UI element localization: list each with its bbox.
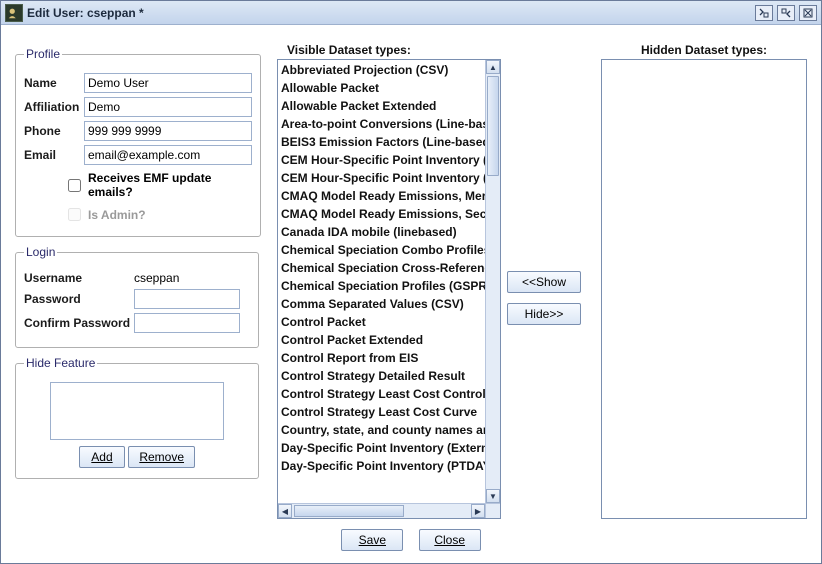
scroll-down-icon[interactable]: ▼ [486, 489, 500, 503]
list-item[interactable]: Control Packet Extended [278, 330, 485, 348]
titlebar: Edit User: cseppan * [1, 1, 821, 25]
maximize-icon[interactable] [777, 5, 795, 21]
scroll-thumb-h[interactable] [294, 505, 404, 517]
password-input[interactable] [134, 289, 240, 309]
close-icon[interactable] [799, 5, 817, 21]
email-label: Email [24, 148, 84, 162]
login-legend: Login [24, 245, 57, 259]
scroll-left-icon[interactable]: ◀ [278, 504, 292, 518]
phone-label: Phone [24, 124, 84, 138]
hide-feature-legend: Hide Feature [24, 356, 97, 370]
visible-list-hscrollbar[interactable]: ◀ ▶ [278, 503, 485, 518]
app-icon [5, 4, 23, 22]
list-item[interactable]: Chemical Speciation Cross-Reference [278, 258, 485, 276]
add-button[interactable]: Add [79, 446, 125, 468]
profile-panel: Profile Name Affiliation Phone Email [15, 47, 261, 237]
scroll-thumb[interactable] [487, 76, 499, 176]
name-input[interactable] [84, 73, 252, 93]
is-admin-checkbox [68, 208, 81, 221]
visible-types-label: Visible Dataset types: [287, 43, 411, 57]
hide-feature-panel: Hide Feature Add Remove [15, 356, 259, 479]
list-item[interactable]: Control Report from EIS [278, 348, 485, 366]
list-item[interactable]: Country, state, and county names and [278, 420, 485, 438]
list-item[interactable]: CMAQ Model Ready Emissions, Sector [278, 204, 485, 222]
hidden-types-list[interactable] [601, 59, 807, 519]
list-item[interactable]: Control Strategy Detailed Result [278, 366, 485, 384]
list-item[interactable]: CEM Hour-Specific Point Inventory ( [278, 150, 485, 168]
scroll-up-icon[interactable]: ▲ [486, 60, 500, 74]
list-item[interactable]: Abbreviated Projection (CSV) [278, 60, 485, 78]
window-title: Edit User: cseppan * [27, 6, 144, 20]
receives-emails-checkbox[interactable] [68, 179, 81, 192]
list-item[interactable]: Comma Separated Values (CSV) [278, 294, 485, 312]
list-item[interactable]: Chemical Speciation Profiles (GSPRO) [278, 276, 485, 294]
hide-feature-textarea[interactable] [50, 382, 224, 440]
list-item[interactable]: Area-to-point Conversions (Line-based) [278, 114, 485, 132]
list-item[interactable]: Day-Specific Point Inventory (External) [278, 438, 485, 456]
receives-emails-label: Receives EMF update emails? [88, 171, 252, 199]
hide-button[interactable]: Hide>> [507, 303, 581, 325]
edit-user-window: Edit User: cseppan * Profile Name Affili… [0, 0, 822, 564]
login-panel: Login Username cseppan Password Confirm … [15, 245, 259, 348]
confirm-password-label: Confirm Password [24, 316, 134, 330]
remove-button[interactable]: Remove [128, 446, 195, 468]
save-button[interactable]: Save [341, 529, 403, 551]
scroll-corner [485, 503, 500, 518]
list-item[interactable]: Control Strategy Least Cost Curve [278, 402, 485, 420]
list-item[interactable]: CEM Hour-Specific Point Inventory ( [278, 168, 485, 186]
list-item[interactable]: BEIS3 Emission Factors (Line-based) [278, 132, 485, 150]
scroll-right-icon[interactable]: ▶ [471, 504, 485, 518]
username-value: cseppan [134, 271, 179, 285]
is-admin-label: Is Admin? [88, 208, 146, 222]
list-item[interactable]: CMAQ Model Ready Emissions, Merged [278, 186, 485, 204]
visible-list-vscrollbar[interactable]: ▲ ▼ [485, 60, 500, 503]
list-item[interactable]: Allowable Packet [278, 78, 485, 96]
list-item[interactable]: Control Strategy Least Cost Control [278, 384, 485, 402]
confirm-password-input[interactable] [134, 313, 240, 333]
minimize-icon[interactable] [755, 5, 773, 21]
list-item[interactable]: Allowable Packet Extended [278, 96, 485, 114]
show-button[interactable]: <<Show [507, 271, 581, 293]
password-label: Password [24, 292, 134, 306]
close-button[interactable]: Close [419, 529, 481, 551]
hidden-types-label: Hidden Dataset types: [641, 43, 767, 57]
list-item[interactable]: Chemical Speciation Combo Profiles [278, 240, 485, 258]
profile-legend: Profile [24, 47, 62, 61]
affiliation-input[interactable] [84, 97, 252, 117]
affiliation-label: Affiliation [24, 100, 84, 114]
username-label: Username [24, 271, 134, 285]
list-item[interactable]: Canada IDA mobile (linebased) [278, 222, 485, 240]
name-label: Name [24, 76, 84, 90]
list-item[interactable]: Day-Specific Point Inventory (PTDAY) [278, 456, 485, 474]
visible-types-list[interactable]: Abbreviated Projection (CSV)Allowable Pa… [277, 59, 501, 519]
phone-input[interactable] [84, 121, 252, 141]
email-input[interactable] [84, 145, 252, 165]
list-item[interactable]: Control Packet [278, 312, 485, 330]
